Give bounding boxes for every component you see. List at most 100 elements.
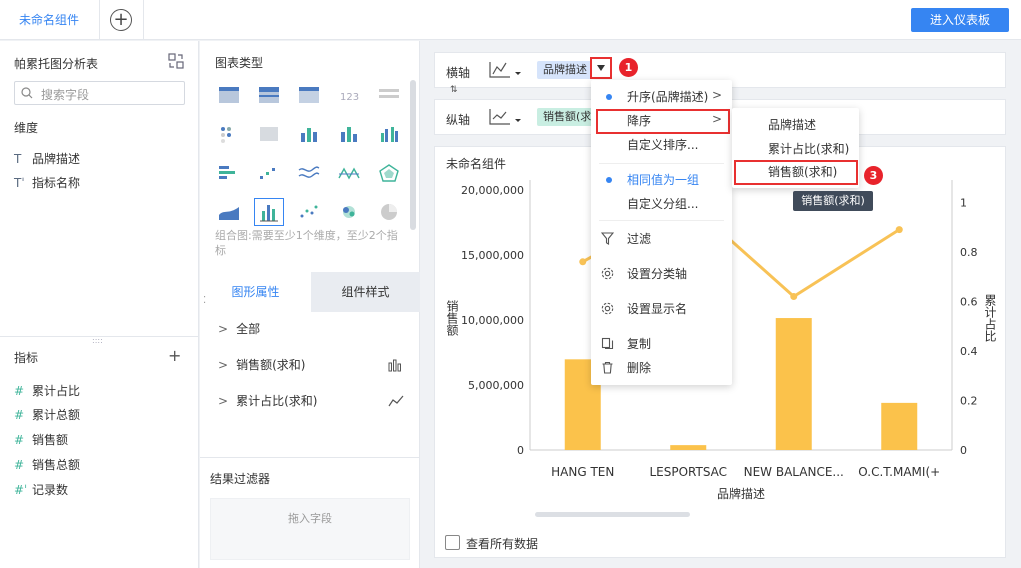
table-chart-icon[interactable]: [216, 84, 242, 106]
x-field-pill[interactable]: 品牌描述: [537, 61, 594, 79]
hover-tooltip: 销售额(求和): [793, 191, 873, 211]
measure-item[interactable]: #ˈ 记录数: [14, 481, 68, 501]
x-field-dropdown-button[interactable]: [590, 57, 612, 79]
menu-item-group-same[interactable]: 相同值为一组: [591, 169, 732, 191]
menu-item-category-axis[interactable]: 设置分类轴: [591, 263, 732, 285]
heatmap-icon[interactable]: [256, 123, 282, 145]
measure-label: 累计占比: [32, 384, 81, 398]
dot-matrix-icon[interactable]: [216, 123, 242, 145]
menu-item-label: 删除: [627, 361, 652, 375]
chart-type-scrollbar[interactable]: [410, 80, 416, 230]
search-icon: [21, 87, 33, 99]
prop-row-cumulative[interactable]: > 累计占比(求和): [218, 392, 317, 412]
x-axis-label: 横轴: [446, 66, 471, 80]
chart-scrollbar[interactable]: [535, 512, 690, 517]
y-axis-title: 销售额: [445, 300, 459, 337]
area-chart-icon[interactable]: [216, 201, 242, 223]
y-axis-label: 纵轴: [446, 113, 471, 127]
dimensions-heading: 维度: [14, 121, 39, 135]
x-axis-chart-type-icon[interactable]: [488, 60, 522, 80]
submenu-item-brand[interactable]: 品牌描述: [732, 114, 859, 136]
dataset-title: 帕累托图分析表: [14, 57, 99, 71]
menu-item-custom-group[interactable]: 自定义分组...: [591, 193, 732, 215]
menu-item-ascending[interactable]: 升序(品牌描述): [591, 86, 732, 108]
menu-item-display-name[interactable]: 设置显示名: [591, 298, 732, 320]
number-field-icon: #: [14, 384, 25, 398]
menu-item-filter[interactable]: 过滤: [591, 228, 732, 250]
tab-component-style[interactable]: 组件样式: [311, 272, 420, 312]
scatter-chart-icon[interactable]: [296, 201, 322, 223]
switch-dataset-icon[interactable]: [168, 53, 184, 69]
combo-chart-icon[interactable]: [254, 198, 284, 226]
y-field-pill[interactable]: 销售额(求: [537, 108, 593, 126]
menu-item-delete[interactable]: 删除: [591, 357, 732, 379]
text-chart-icon[interactable]: [376, 84, 402, 106]
measure-item[interactable]: # 销售总额: [14, 456, 80, 476]
y2-tick-label: 0.8: [960, 246, 978, 259]
menu-item-label: 降序: [627, 114, 652, 128]
result-filter-heading: 结果过滤器: [210, 472, 271, 486]
dimension-item-brand[interactable]: T 品牌描述: [14, 150, 80, 170]
menu-item-label: 相同值为一组: [627, 173, 700, 187]
menu-item-custom-sort[interactable]: 自定义排序...: [591, 134, 732, 156]
prop-row-sales[interactable]: > 销售额(求和): [218, 356, 305, 376]
add-measure-icon[interactable]: +: [168, 348, 181, 364]
number-card-icon[interactable]: 123: [336, 84, 362, 106]
submenu-item-sales[interactable]: 销售额(求和): [734, 160, 858, 185]
horizontal-bar-icon[interactable]: [216, 162, 242, 184]
submenu-item-cumulative[interactable]: 累计占比(求和): [732, 138, 859, 160]
measure-item[interactable]: # 累计占比: [14, 382, 80, 402]
search-input[interactable]: 搜索字段: [14, 81, 185, 105]
dimension-item-metric-name[interactable]: Tˈ 指标名称: [14, 174, 80, 194]
sort-submenu: 品牌描述 累计占比(求和) 销售额(求和): [732, 108, 859, 188]
menu-item-copy[interactable]: 复制: [591, 333, 732, 355]
number-field-icon: #ˈ: [14, 483, 28, 497]
radar-line-icon[interactable]: [336, 162, 362, 184]
bubble-chart-icon[interactable]: [336, 201, 362, 223]
bar-type-icon[interactable]: [388, 358, 404, 372]
dimension-label: 指标名称: [32, 176, 81, 190]
filter-drop-zone[interactable]: 拖入字段: [210, 498, 410, 560]
pie-chart-icon[interactable]: [376, 201, 402, 223]
svg-text:123: 123: [340, 92, 359, 103]
menu-item-label: 设置分类轴: [627, 267, 688, 281]
step-badge-3: 3: [864, 166, 883, 185]
detail-table-icon[interactable]: [296, 84, 322, 106]
tab-graph-properties[interactable]: 图形属性: [200, 272, 311, 312]
line-type-icon[interactable]: [388, 394, 404, 408]
chart-type-heading: 图表类型: [215, 56, 264, 70]
menu-item-label: 复制: [627, 337, 652, 351]
bar: [775, 318, 812, 450]
y-tick-label: 5,000,000: [468, 379, 524, 392]
bar-chart-icon[interactable]: [336, 123, 362, 145]
tab-unnamed-component[interactable]: 未命名组件: [0, 0, 100, 40]
y-axis-chart-type-icon[interactable]: [488, 107, 522, 127]
prop-label: 累计占比(求和): [236, 394, 318, 408]
radar-chart-icon[interactable]: [376, 162, 402, 184]
add-tab-icon[interactable]: +: [110, 9, 132, 31]
chevron-right-icon: >: [712, 112, 723, 126]
resize-handle-icon[interactable]: ::::: [92, 337, 106, 345]
prop-row-all[interactable]: > 全部: [218, 320, 260, 340]
menu-divider: [599, 220, 724, 221]
grouped-bar-icon[interactable]: [376, 123, 402, 145]
measure-label: 累计总额: [32, 408, 81, 422]
search-placeholder: 搜索字段: [41, 88, 90, 102]
cumulative-point: [790, 292, 798, 300]
menu-item-descending[interactable]: 降序: [596, 109, 730, 134]
enter-dashboard-button[interactable]: 进入仪表板: [911, 8, 1009, 32]
cross-table-icon[interactable]: [256, 84, 282, 106]
number-field-icon: #: [14, 408, 25, 422]
multi-line-icon[interactable]: [296, 162, 322, 184]
swap-axes-icon[interactable]: ⇅: [450, 85, 468, 97]
menu-item-label: 过滤: [627, 232, 652, 246]
stacked-bar-icon[interactable]: [296, 123, 322, 145]
measure-item[interactable]: # 销售额: [14, 431, 68, 451]
show-all-checkbox[interactable]: [445, 535, 460, 550]
submenu-item-label: 销售额(求和): [768, 165, 838, 179]
field-context-menu: 升序(品牌描述) > 降序 > 自定义排序... 相同值为一组 自定义分组...…: [591, 80, 732, 385]
scatter-step-icon[interactable]: [256, 162, 282, 184]
measure-item[interactable]: # 累计总额: [14, 406, 80, 426]
chevron-right-icon: >: [218, 358, 229, 372]
y2-tick-label: 0.2: [960, 394, 978, 407]
